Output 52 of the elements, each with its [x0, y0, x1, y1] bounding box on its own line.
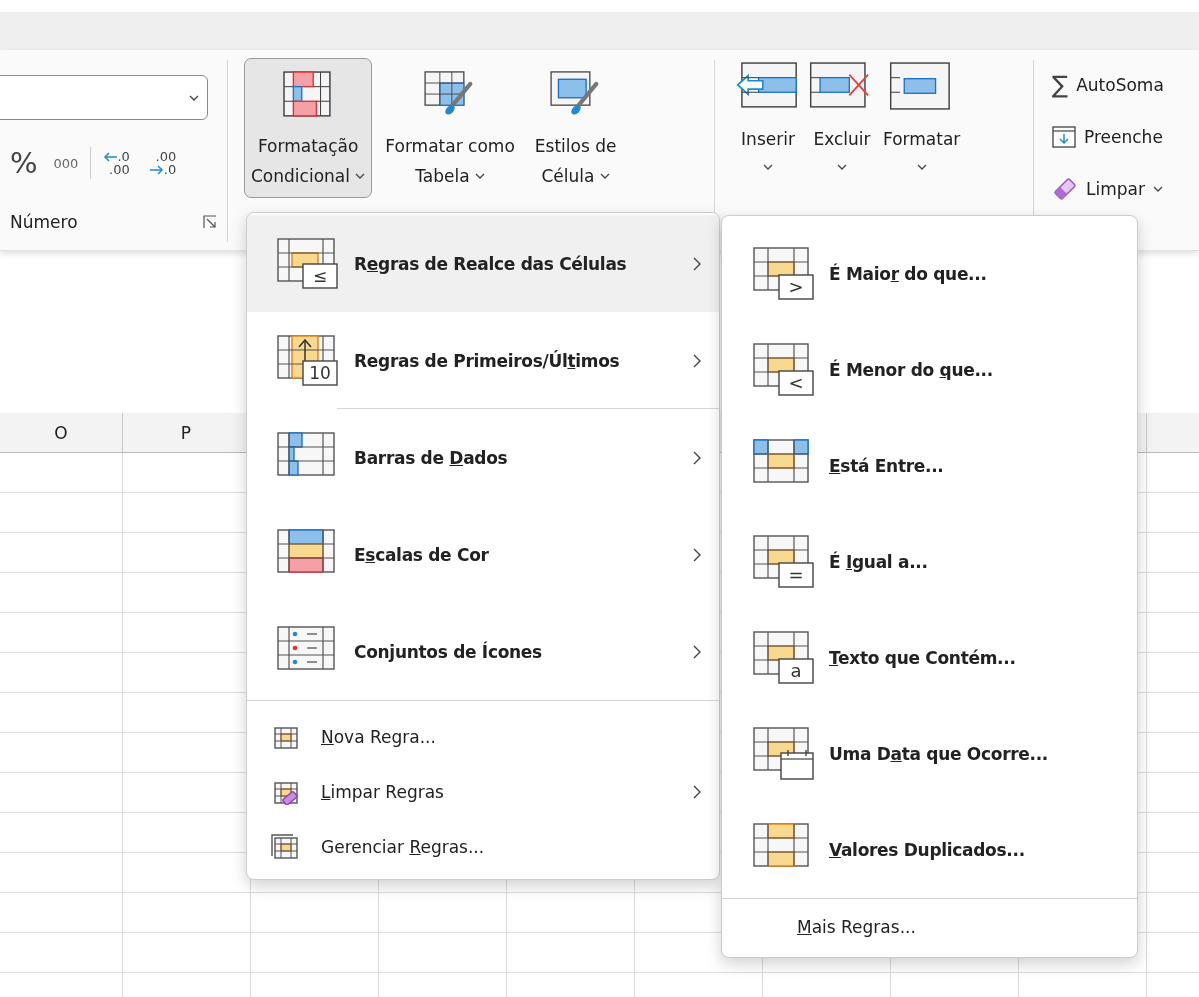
format-button[interactable]: Formatar	[881, 60, 963, 170]
chevron-down-icon	[474, 173, 485, 179]
format-as-table-button[interactable]: Formatar como Tabela	[378, 58, 522, 198]
chevron-right-icon	[693, 784, 701, 799]
column-header[interactable]: P	[122, 413, 250, 452]
menu-item[interactable]: = É Igual a...	[722, 514, 1137, 610]
clear-button[interactable]: Limpar	[1052, 172, 1164, 206]
arrow-left-icon	[103, 151, 118, 162]
menu-item[interactable]: > É Maior do que...	[722, 226, 1137, 322]
chevron-right-icon	[693, 547, 701, 562]
comma-style-button[interactable]: 000	[53, 155, 79, 171]
fill-button[interactable]: Preenche	[1052, 120, 1164, 154]
conditional-formatting-button[interactable]: Formatação Condicional	[244, 58, 373, 198]
menu-item[interactable]: a Texto que Contém...	[722, 610, 1137, 706]
calendar-table-icon	[753, 727, 815, 781]
chevron-down-icon	[837, 164, 847, 170]
cell-styles-button[interactable]: Estilos de Célula	[527, 58, 624, 198]
menu-item[interactable]: Gerenciar Regras...	[247, 819, 719, 874]
autosum-button[interactable]: ∑ AutoSoma	[1052, 68, 1164, 102]
chevron-right-icon	[693, 450, 701, 465]
menu-item[interactable]: Está Entre...	[722, 418, 1137, 514]
chevron-down-icon	[355, 173, 366, 179]
chevron-right-icon	[693, 644, 701, 659]
chevron-down-icon	[189, 94, 199, 101]
menu-item[interactable]: < É Menor do que...	[722, 322, 1137, 418]
menu-item[interactable]: Escalas de Cor	[247, 506, 719, 603]
dialog-launcher-icon[interactable]	[203, 215, 217, 229]
chevron-down-icon	[916, 164, 927, 170]
menu-item[interactable]: Conjuntos de Ícones	[247, 603, 719, 700]
chevron-right-icon	[693, 353, 701, 368]
chevron-right-icon	[693, 256, 701, 271]
chevron-down-icon	[763, 164, 773, 170]
group-label: Número	[10, 212, 78, 232]
column-header[interactable]: O	[0, 413, 122, 452]
chevron-down-icon	[1152, 186, 1163, 192]
decrease-decimal-button[interactable]: .00 .0	[149, 150, 177, 176]
delete-button[interactable]: Excluir	[807, 60, 877, 170]
menu-item[interactable]: Uma Data que Ocorre...	[722, 706, 1137, 802]
manage-rules-icon	[271, 833, 299, 860]
menu-item[interactable]: Valores Duplicados...	[722, 802, 1137, 898]
arrow-right-icon	[149, 164, 164, 175]
down-arrow-box-icon	[1052, 126, 1076, 148]
insert-button[interactable]: Inserir	[733, 60, 803, 170]
menu-item[interactable]: Mais Regras...	[797, 917, 916, 937]
menu-item[interactable]: Limpar Regras	[247, 764, 719, 819]
menu-item[interactable]: Nova Regra...	[247, 709, 719, 764]
chevron-down-icon	[599, 173, 610, 179]
number-format-field[interactable]	[0, 75, 208, 120]
increase-decimal-button[interactable]: .0 .00	[103, 150, 130, 176]
menu-item[interactable]: ≤ Regras de Realce das Células	[247, 215, 719, 312]
menu-item[interactable]: Barras de Dados	[247, 409, 719, 506]
percent-style-button[interactable]: %	[10, 146, 38, 180]
